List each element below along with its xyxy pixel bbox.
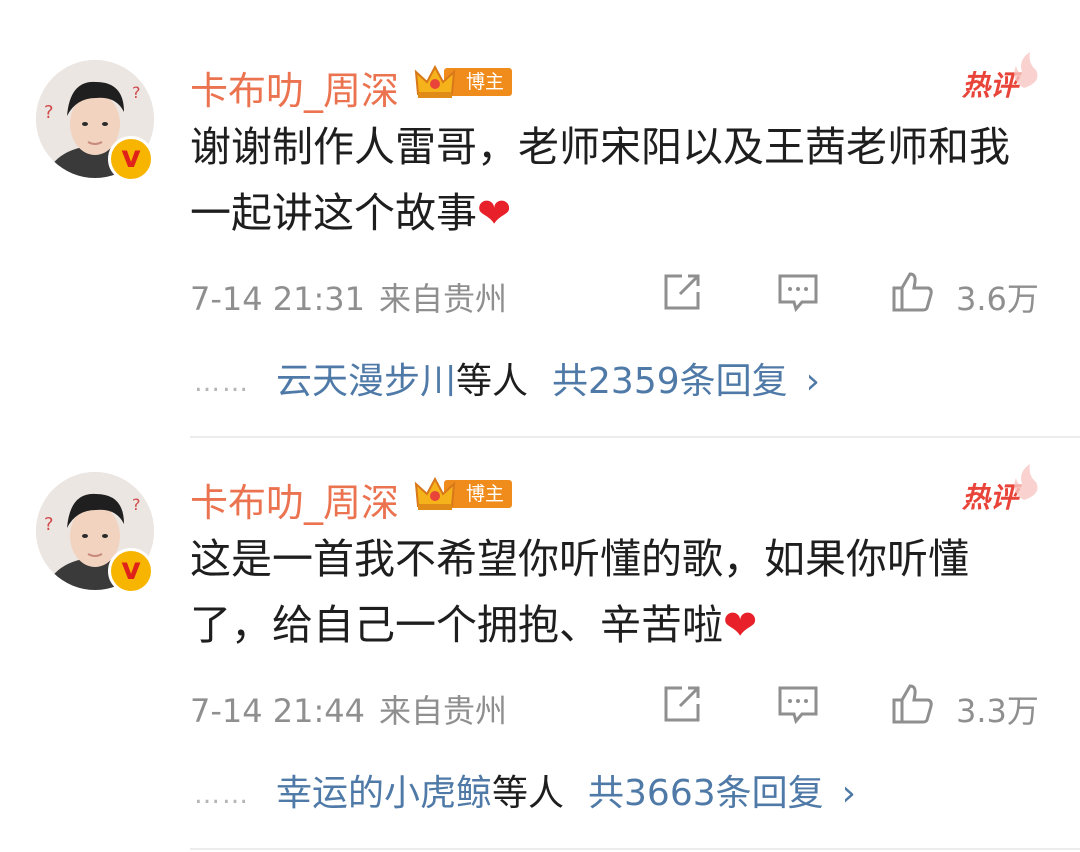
reply-user-link[interactable]: 云天漫步川 xyxy=(276,361,456,402)
like-count: 3.6万 xyxy=(956,280,1039,318)
crown-icon xyxy=(414,64,456,98)
hot-comment-badge: 热评 xyxy=(960,464,1040,514)
like-count: 3.3万 xyxy=(956,692,1039,730)
like-icon xyxy=(892,272,933,312)
reply-others-label: 等人 xyxy=(456,361,529,402)
blogger-badge: 博主 xyxy=(414,64,512,98)
comment-time: 7-14 21:31 xyxy=(190,280,366,318)
like-button[interactable] xyxy=(890,682,934,726)
svg-text:?: ? xyxy=(44,514,54,535)
comment-meta: 7-14 21:31 来自贵州 xyxy=(190,274,507,320)
comment-location: 来自贵州 xyxy=(379,280,508,318)
comment-item: ? ? v 卡布叻_周深 博主 热评 谢谢制作人雷哥，老师宋阳以及王茜老师和我一… xyxy=(0,0,1080,430)
verified-v-icon: v xyxy=(108,136,154,182)
svg-text:?: ? xyxy=(44,102,54,123)
share-button[interactable] xyxy=(660,682,704,726)
divider xyxy=(190,848,1080,850)
username[interactable]: 卡布叻_周深 xyxy=(190,60,399,115)
reply-dots: …… xyxy=(194,368,250,398)
reply-others-label: 等人 xyxy=(492,773,565,814)
hot-comment-badge: 热评 xyxy=(960,52,1040,102)
heart-emoji: ❤ xyxy=(477,189,512,237)
comment-button[interactable] xyxy=(776,270,820,314)
replies-link[interactable]: …… 幸运的小虎鲸等人 共3663条回复 › xyxy=(194,764,856,816)
username[interactable]: 卡布叻_周深 xyxy=(190,472,399,527)
comment-text-body: 这是一首我不希望你听懂的歌，如果你听懂了，给自己一个拥抱、辛苦啦 xyxy=(190,535,969,649)
flame-icon xyxy=(1014,52,1038,88)
comment-icon xyxy=(778,274,818,313)
comment-text: 这是一首我不希望你听懂的歌，如果你听懂了，给自己一个拥抱、辛苦啦❤ xyxy=(190,526,1040,658)
svg-text:?: ? xyxy=(132,495,141,514)
comment-meta: 7-14 21:44 来自贵州 xyxy=(190,686,507,732)
heart-emoji: ❤ xyxy=(723,601,758,649)
comment-button[interactable] xyxy=(776,682,820,726)
chevron-right-icon: › xyxy=(841,773,857,814)
share-button[interactable] xyxy=(660,270,704,314)
crown-icon xyxy=(414,476,456,510)
comment-text-body: 谢谢制作人雷哥，老师宋阳以及王茜老师和我一起讲这个故事 xyxy=(190,123,1010,237)
comment-location: 来自贵州 xyxy=(379,692,508,730)
reply-user-link[interactable]: 幸运的小虎鲸 xyxy=(276,773,492,814)
comment-text: 谢谢制作人雷哥，老师宋阳以及王茜老师和我一起讲这个故事❤ xyxy=(190,114,1040,246)
like-button[interactable] xyxy=(890,270,934,314)
comment-icon xyxy=(778,686,818,725)
svg-text:?: ? xyxy=(132,83,141,102)
replies-link[interactable]: …… 云天漫步川等人 共2359条回复 › xyxy=(194,352,820,404)
chevron-right-icon: › xyxy=(805,361,821,402)
reply-total-link[interactable]: 共2359条回复 xyxy=(552,361,788,402)
like-icon xyxy=(892,684,933,724)
verified-v-icon: v xyxy=(108,548,154,594)
comment-item: ? ? v 卡布叻_周深 博主 热评 这是一首我不希望你听懂的歌，如果你听懂了，… xyxy=(0,412,1080,842)
share-icon xyxy=(664,686,700,722)
share-icon xyxy=(664,274,700,310)
flame-icon xyxy=(1014,464,1038,500)
reply-dots: …… xyxy=(194,780,250,810)
blogger-badge: 博主 xyxy=(414,476,512,510)
reply-total-link[interactable]: 共3663条回复 xyxy=(588,773,824,814)
comment-time: 7-14 21:44 xyxy=(190,692,366,730)
